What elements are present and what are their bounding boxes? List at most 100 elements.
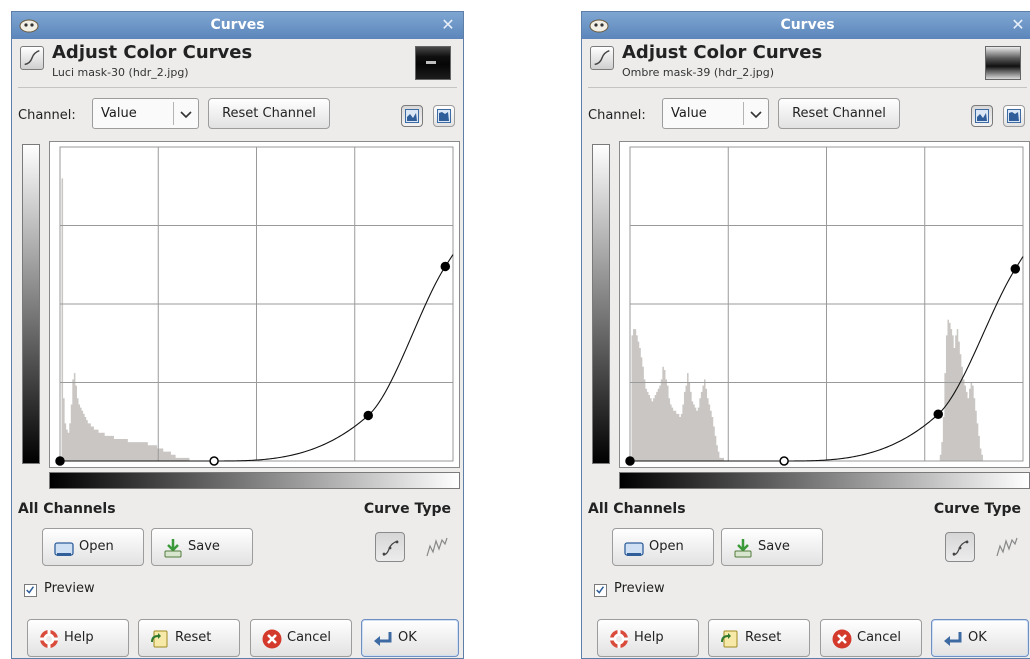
curve-control-point[interactable] xyxy=(209,456,219,466)
reset-channel-button[interactable]: Reset Channel xyxy=(778,98,900,129)
open-icon xyxy=(624,542,644,556)
curve-editor[interactable] xyxy=(619,141,1030,468)
linear-histogram-icon xyxy=(975,109,989,123)
curve-control-point[interactable] xyxy=(625,456,635,466)
help-button[interactable]: Help xyxy=(597,619,699,657)
curves-dialog-left: Curves ✕ Adjust Color Curves Luci mask-3… xyxy=(11,11,464,659)
channel-select-value: Value xyxy=(101,106,137,121)
log-histogram-button[interactable] xyxy=(433,105,455,127)
smooth-curve-icon xyxy=(382,540,399,556)
cancel-icon xyxy=(832,629,852,649)
chevron-down-icon xyxy=(180,111,192,119)
layer-thumbnail xyxy=(985,46,1021,80)
reset-label: Reset xyxy=(175,630,212,645)
output-gradient-bar xyxy=(22,144,40,464)
input-gradient-bar xyxy=(619,472,1030,489)
channel-select[interactable]: Value xyxy=(662,98,769,129)
curves-tool-icon xyxy=(20,46,44,70)
help-label: Help xyxy=(64,630,94,645)
window-title: Curves xyxy=(210,17,265,33)
reset-channel-button[interactable]: Reset Channel xyxy=(208,98,330,129)
preview-label[interactable]: Preview xyxy=(44,581,95,596)
save-button[interactable]: Save xyxy=(151,528,253,566)
curve-control-point[interactable] xyxy=(1010,264,1021,274)
ok-label: OK xyxy=(398,630,417,645)
dialog-heading: Adjust Color Curves xyxy=(622,42,823,63)
open-button[interactable]: Open xyxy=(42,528,144,566)
preview-checkbox[interactable] xyxy=(594,584,607,597)
histogram xyxy=(630,319,1025,461)
channel-select-value: Value xyxy=(671,106,707,121)
title-bar: Curves ✕ xyxy=(12,12,463,39)
histogram-area xyxy=(60,178,459,461)
dialog-heading: Adjust Color Curves xyxy=(52,42,253,63)
smooth-curve-button[interactable] xyxy=(945,532,975,562)
window-title: Curves xyxy=(780,17,835,33)
title-bar: Curves ✕ xyxy=(582,12,1030,39)
freehand-curve-icon[interactable] xyxy=(424,534,450,560)
cancel-icon xyxy=(262,629,282,649)
preview-label[interactable]: Preview xyxy=(614,581,665,596)
ok-button[interactable]: OK xyxy=(361,619,459,657)
help-button[interactable]: Help xyxy=(27,619,129,657)
channel-select[interactable]: Value xyxy=(92,98,199,129)
input-gradient-bar xyxy=(49,472,460,489)
chevron-down-icon xyxy=(750,111,762,119)
curve-type-label: Curve Type xyxy=(363,501,451,517)
curve-graph[interactable] xyxy=(50,142,459,467)
layer-thumbnail xyxy=(415,46,451,80)
smooth-curve-button[interactable] xyxy=(375,532,405,562)
curve-editor[interactable] xyxy=(49,141,460,468)
help-label: Help xyxy=(634,630,664,645)
save-button[interactable]: Save xyxy=(721,528,823,566)
select-divider xyxy=(173,102,174,125)
open-label: Open xyxy=(79,539,114,554)
header-separator xyxy=(588,87,1027,88)
cancel-label: Cancel xyxy=(857,630,902,645)
ok-button[interactable]: OK xyxy=(931,619,1029,657)
reset-label: Reset xyxy=(745,630,782,645)
help-icon xyxy=(40,630,58,648)
log-histogram-button[interactable] xyxy=(1003,105,1025,127)
dialog-subheading: Luci mask-30 (hdr_2.jpg) xyxy=(52,66,189,79)
freehand-curve-icon[interactable] xyxy=(994,534,1020,560)
gimp-icon[interactable] xyxy=(18,17,40,33)
cancel-button[interactable]: Cancel xyxy=(820,619,922,657)
log-histogram-icon xyxy=(1007,109,1021,123)
cancel-label: Cancel xyxy=(287,630,332,645)
close-icon[interactable]: ✕ xyxy=(1007,15,1029,35)
channel-label: Channel: xyxy=(588,108,646,123)
curve-type-label: Curve Type xyxy=(933,501,1021,517)
select-divider xyxy=(743,102,744,125)
all-channels-label: All Channels xyxy=(588,501,686,517)
preview-checkbox[interactable] xyxy=(24,584,37,597)
smooth-curve-icon xyxy=(952,540,969,556)
linear-histogram-icon xyxy=(405,109,419,123)
linear-histogram-button[interactable] xyxy=(971,105,993,127)
histogram xyxy=(60,178,459,461)
reset-icon xyxy=(151,630,168,648)
curves-tool-icon xyxy=(590,46,614,70)
ok-icon xyxy=(944,632,962,646)
open-button[interactable]: Open xyxy=(612,528,714,566)
reset-button[interactable]: Reset xyxy=(708,619,810,657)
close-icon[interactable]: ✕ xyxy=(437,15,459,35)
log-histogram-icon xyxy=(437,109,451,123)
gimp-icon[interactable] xyxy=(588,17,610,33)
ok-icon xyxy=(374,632,392,646)
check-icon xyxy=(596,586,605,594)
save-icon xyxy=(734,539,752,558)
linear-histogram-button[interactable] xyxy=(401,105,423,127)
curve-control-point[interactable] xyxy=(363,410,373,421)
reset-button[interactable]: Reset xyxy=(138,619,240,657)
curve-control-point[interactable] xyxy=(55,456,65,466)
curve-control-point[interactable] xyxy=(933,409,943,419)
dialog-subheading: Ombre mask-39 (hdr_2.jpg) xyxy=(622,66,774,79)
header-separator xyxy=(18,87,457,88)
histogram-area xyxy=(630,319,1025,461)
open-icon xyxy=(54,542,74,556)
curve-graph[interactable] xyxy=(620,142,1029,467)
curve-control-point[interactable] xyxy=(440,261,451,272)
cancel-button[interactable]: Cancel xyxy=(250,619,352,657)
curve-control-point[interactable] xyxy=(779,456,789,466)
